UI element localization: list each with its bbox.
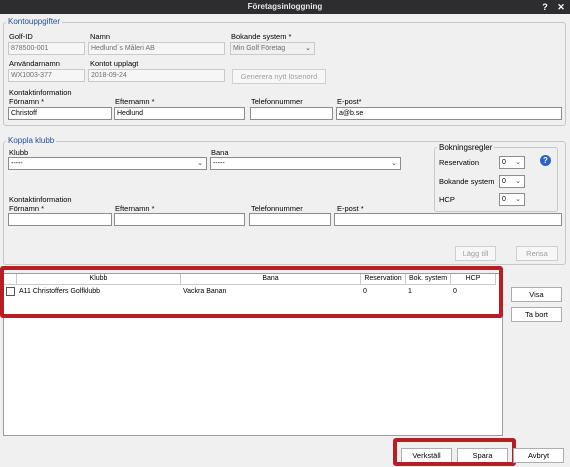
rensa-button[interactable]: Rensa	[516, 246, 558, 261]
bokande-system-value: Min Golf Företag	[233, 45, 286, 52]
window-titlebar: Företagsinloggning ? ✕	[0, 0, 570, 14]
bokande-system-rule-label: Bokande system	[439, 177, 495, 186]
window-title: Företagsinloggning	[247, 2, 323, 11]
hcp-rule-select[interactable]: 0 ⌄	[499, 193, 525, 206]
ta-bort-button[interactable]: Ta bort	[511, 307, 562, 322]
kontaktinfo-label: Kontaktinformation	[9, 88, 72, 97]
klubb-efternamn-label: Efternamn *	[115, 204, 155, 213]
namn-field[interactable]: Hedlund´s Måleri AB	[88, 42, 225, 55]
klubb-fornamn-label: Förnamn *	[9, 204, 45, 213]
bokande-system-select[interactable]: Min Golf Företag ⌄	[230, 42, 315, 55]
anvandarnamn-field[interactable]: WX1003-377	[8, 69, 85, 82]
visa-button[interactable]: Visa	[511, 287, 562, 302]
klubb-telefon-field[interactable]	[249, 213, 331, 226]
close-icon[interactable]: ✕	[554, 1, 568, 13]
chevron-down-icon: ⌄	[515, 196, 521, 203]
kontot-upplagt-field[interactable]: 2018-09-24	[88, 69, 225, 82]
bokande-system-label: Bokande system *	[231, 32, 292, 41]
help-icon[interactable]: ?	[538, 1, 552, 13]
efternamn-field[interactable]: Hedlund	[114, 107, 245, 120]
hcp-rule-label: HCP	[439, 195, 455, 204]
namn-label: Namn	[90, 32, 111, 41]
koppla-klubb-legend: Koppla klubb	[6, 136, 57, 145]
klubb-label: Klubb	[9, 148, 29, 157]
fornamn-label: Förnamn *	[9, 97, 45, 106]
chevron-down-icon: ⌄	[515, 178, 521, 185]
bana-label: Bana	[211, 148, 229, 157]
efternamn-label: Efternamn *	[115, 97, 155, 106]
golf-id-field[interactable]: 878500-001	[8, 42, 85, 55]
bokande-system-rule-value: 0	[502, 178, 506, 185]
avbryt-button[interactable]: Avbryt	[513, 448, 564, 463]
reservation-label: Reservation	[439, 158, 480, 167]
fornamn-field[interactable]: Christoff	[8, 107, 112, 120]
bokande-system-rule-select[interactable]: 0 ⌄	[499, 175, 525, 188]
bokningsregler-legend: Bokningsregler	[437, 143, 495, 152]
epost-field[interactable]: a@b.se	[336, 107, 562, 120]
help-icon[interactable]: ?	[540, 155, 551, 166]
klubb-telefon-label: Telefonnummer	[251, 204, 303, 213]
epost-label: E-post*	[337, 97, 362, 106]
klubb-select[interactable]: ----- ⌄	[8, 157, 207, 170]
chevron-down-icon: ⌄	[197, 160, 203, 167]
golf-id-label: Golf-ID	[9, 32, 33, 41]
kontot-upplagt-label: Kontot upplagt	[90, 59, 139, 68]
klubb-kontaktinfo-label: Kontaktinformation	[9, 195, 72, 204]
generera-losenord-button[interactable]: Generera nytt lösenord	[232, 69, 326, 84]
klubb-epost-field[interactable]	[334, 213, 562, 226]
footer-highlight-frame	[393, 438, 516, 466]
chevron-down-icon: ⌄	[515, 159, 521, 166]
reservation-value: 0	[502, 159, 506, 166]
bana-value: -----	[213, 160, 225, 167]
reservation-select[interactable]: 0 ⌄	[499, 156, 525, 169]
klubb-fornamn-field[interactable]	[8, 213, 112, 226]
telefon-label: Telefonnummer	[251, 97, 303, 106]
kontouppgifter-legend: Kontouppgifter	[6, 17, 63, 26]
telefon-field[interactable]	[250, 107, 333, 120]
anvandarnamn-label: Användarnamn	[9, 59, 60, 68]
klubb-efternamn-field[interactable]	[114, 213, 245, 226]
chevron-down-icon: ⌄	[391, 160, 397, 167]
bana-select[interactable]: ----- ⌄	[210, 157, 401, 170]
chevron-down-icon: ⌄	[305, 45, 311, 52]
table-highlight-frame	[0, 266, 503, 318]
klubb-value: -----	[11, 160, 23, 167]
hcp-rule-value: 0	[502, 196, 506, 203]
klubb-epost-label: E-post *	[337, 204, 364, 213]
lagg-till-button[interactable]: Lägg till	[455, 246, 496, 261]
